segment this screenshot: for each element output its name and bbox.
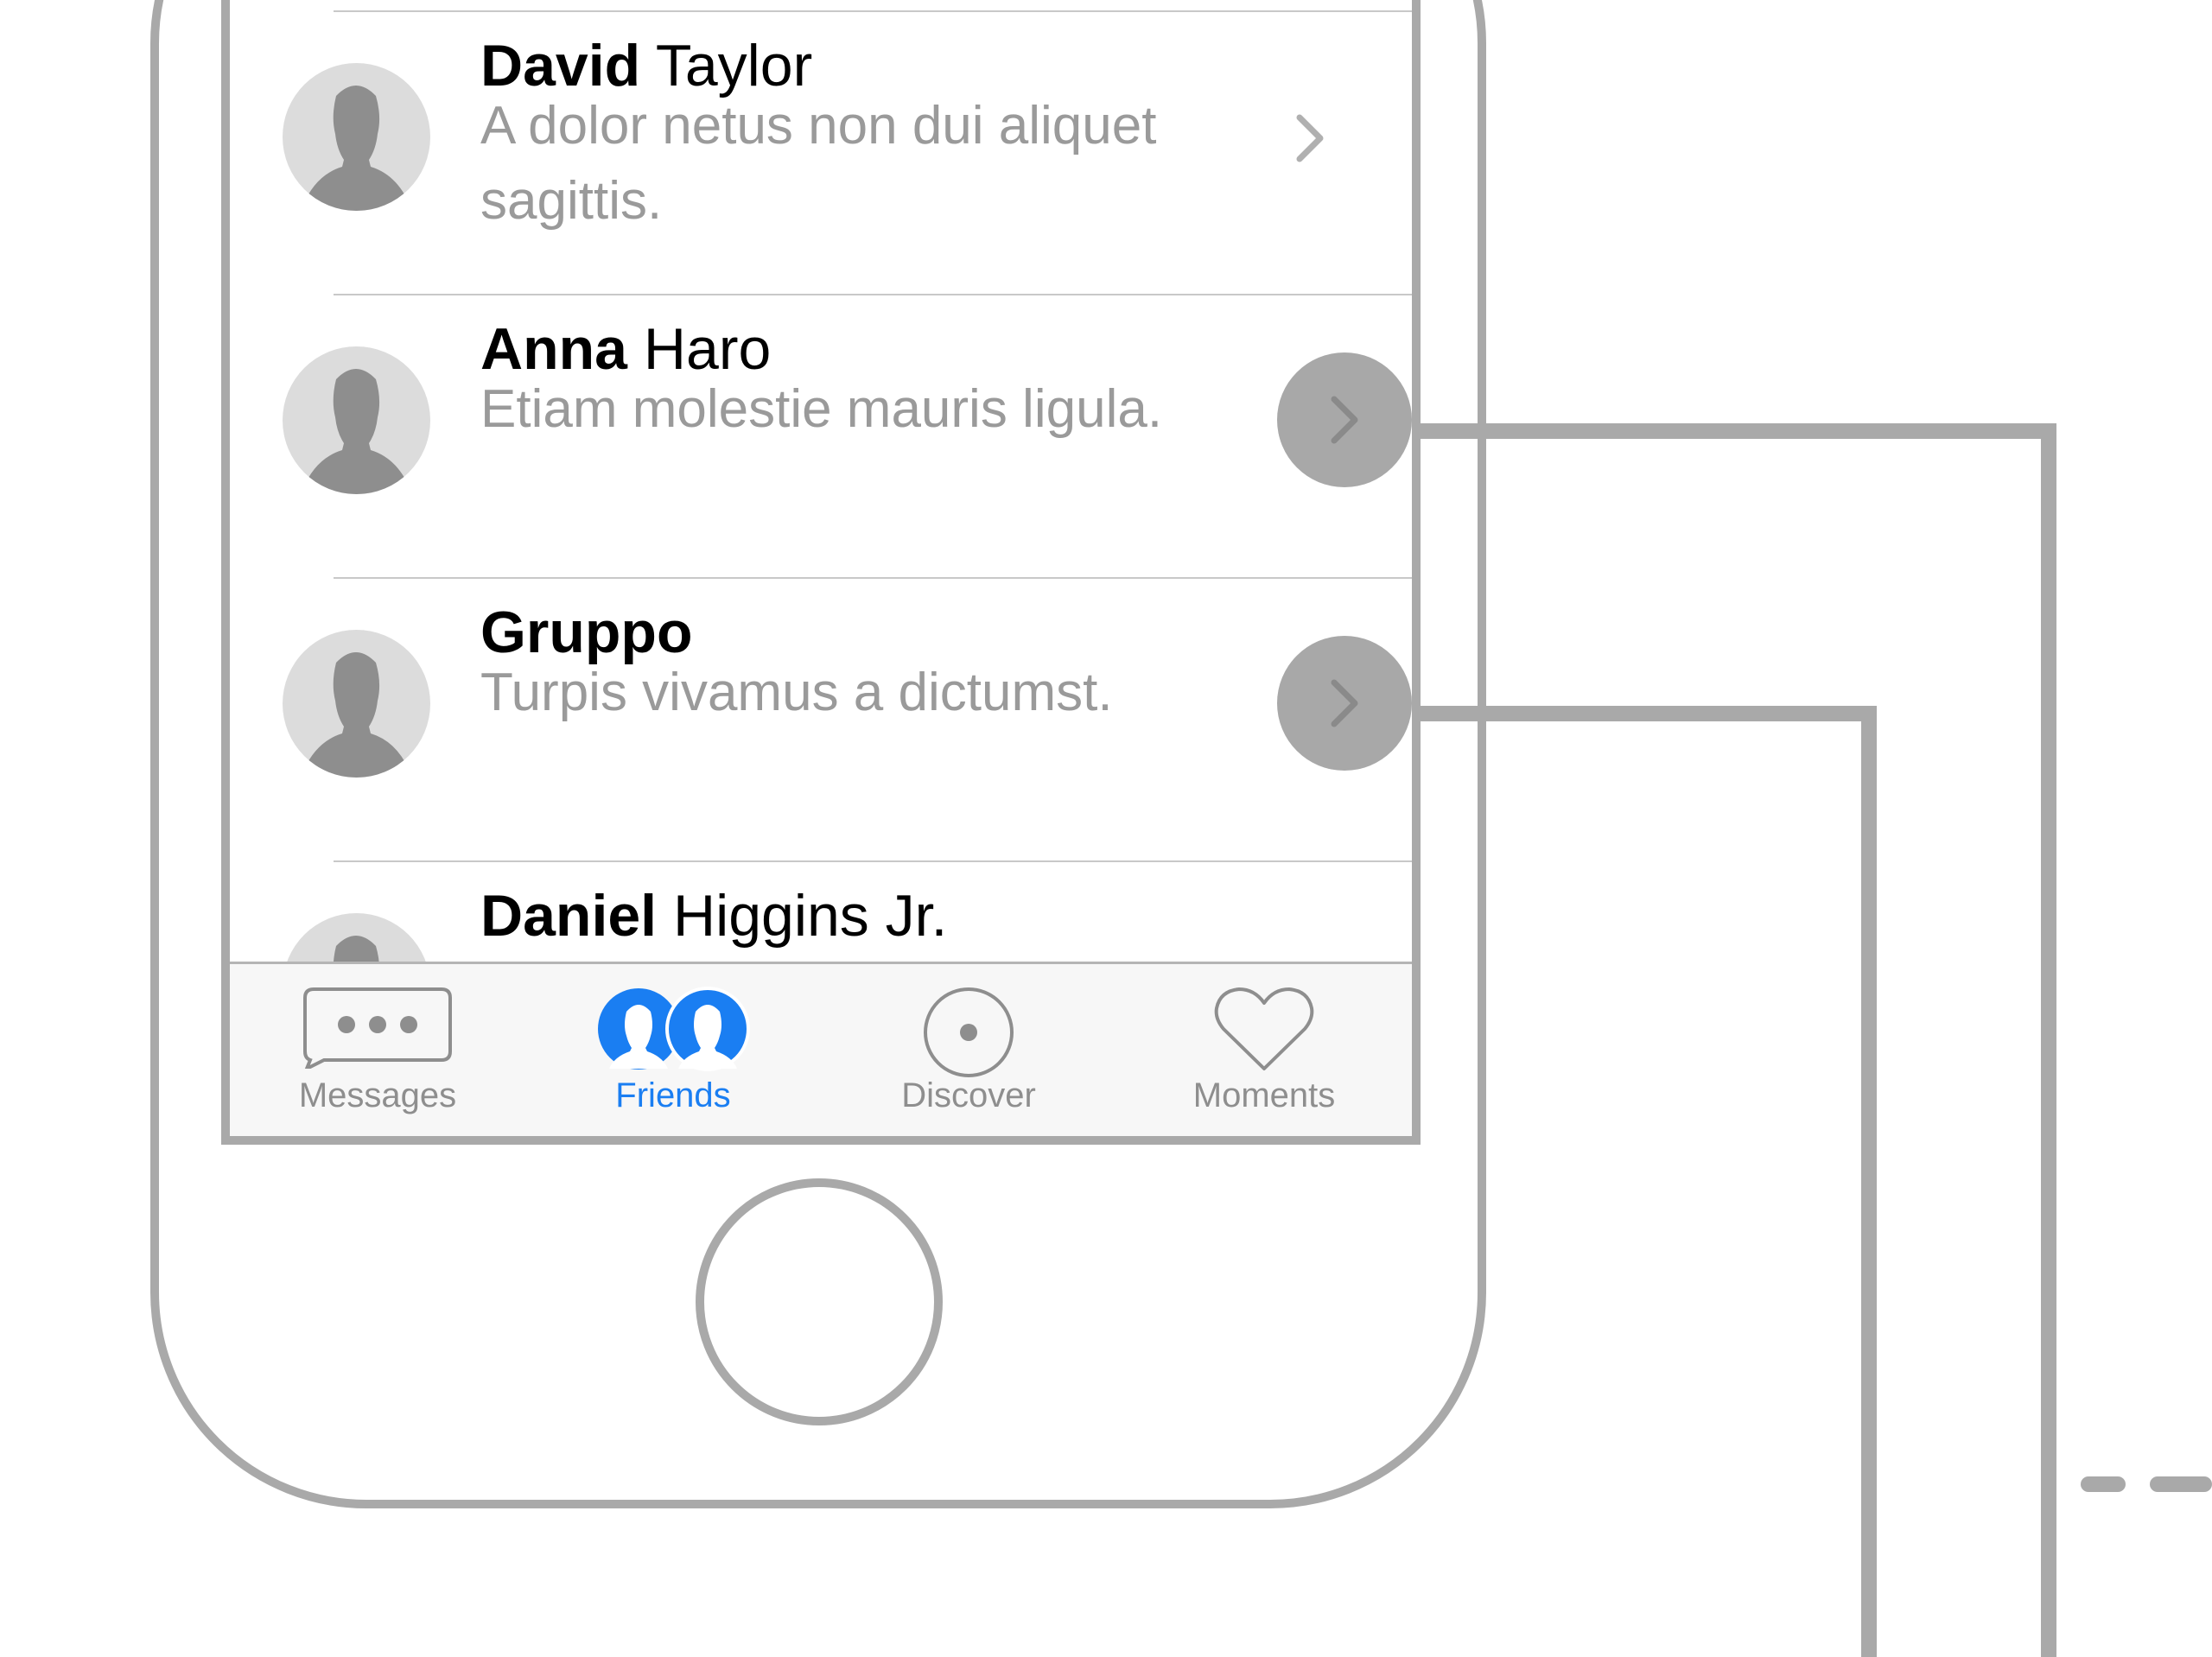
contact-name: Daniel Higgins Jr. [480, 886, 947, 945]
messages-icon [303, 987, 452, 1069]
friends-icon [598, 987, 750, 1071]
connector-line-gruppo-h [1403, 706, 1877, 721]
tab-messages[interactable]: Messages [230, 964, 525, 1136]
person-silhouette-icon [301, 369, 412, 494]
contact-last-name: Higgins Jr. [672, 883, 948, 949]
contact-row-anna-haro[interactable]: Anna Haro Etiam molestie mauris ligula. [230, 295, 1412, 578]
contact-message-preview: A dolor netus non dui aliquet sagittis. [480, 96, 1157, 231]
phone-screen: David Taylor A dolor netus non dui aliqu… [221, 0, 1421, 1145]
home-button[interactable] [696, 1178, 943, 1425]
chevron-right-icon [1331, 679, 1358, 727]
contact-row-david-taylor[interactable]: David Taylor A dolor netus non dui aliqu… [230, 12, 1412, 295]
contact-message-preview: Turpis vivamus a dictumst. [480, 663, 1113, 722]
connector-dash-1 [2081, 1476, 2126, 1492]
tab-label: Moments [1192, 1076, 1336, 1114]
chevron-right-icon[interactable] [1293, 112, 1327, 164]
connector-line-gruppo-v [1861, 706, 1877, 1657]
contact-first-name: Daniel [480, 883, 658, 949]
contact-name: Anna Haro [480, 320, 771, 378]
discover-icon [924, 987, 1014, 1077]
connector-line-anna-v [2041, 423, 2056, 1657]
connector-dash-2 [2150, 1476, 2212, 1492]
person-silhouette-icon [301, 86, 412, 211]
heart-icon [1214, 987, 1314, 1070]
tab-discover[interactable]: Discover [821, 964, 1116, 1136]
chevron-right-button-highlighted[interactable] [1277, 352, 1412, 487]
person-silhouette-icon [301, 652, 412, 778]
avatar [283, 346, 430, 494]
chevron-right-icon [1331, 396, 1358, 444]
tab-label: Discover [901, 1076, 1036, 1114]
tab-bar: Messages Friends Discover Moments [230, 962, 1412, 1136]
tab-label: Messages [298, 1076, 457, 1114]
contact-row-gruppo[interactable]: Gruppo Turpis vivamus a dictumst. [230, 579, 1412, 861]
contact-message-preview: Etiam molestie mauris ligula. [480, 379, 1163, 439]
tab-friends[interactable]: Friends [525, 964, 821, 1136]
tab-label: Friends [615, 1076, 731, 1114]
avatar [283, 630, 430, 778]
chevron-right-button-highlighted[interactable] [1277, 636, 1412, 771]
avatar [283, 63, 430, 211]
contact-name: David Taylor [480, 36, 812, 95]
contact-name: Gruppo [480, 603, 693, 662]
connector-line-anna-h [1403, 423, 2056, 439]
tab-moments[interactable]: Moments [1116, 964, 1412, 1136]
